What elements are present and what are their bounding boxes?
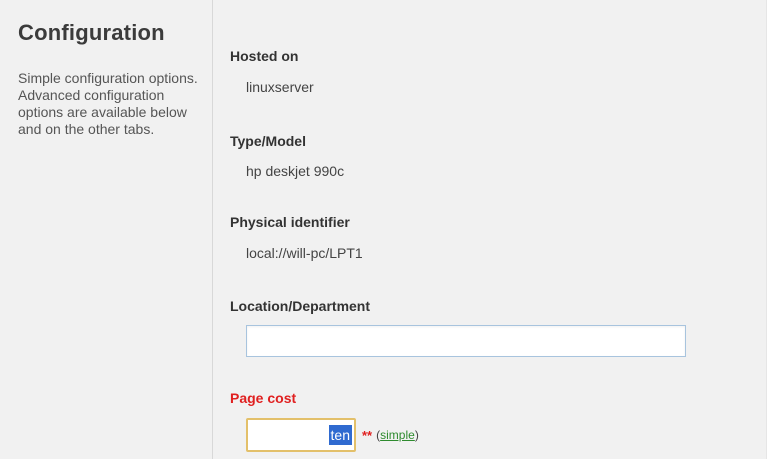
page-cost-label: Page cost bbox=[230, 390, 297, 406]
configuration-form: Hosted on linuxserver Type/Model hp desk… bbox=[213, 0, 766, 459]
sidebar: Configuration Simple configuration optio… bbox=[0, 0, 213, 459]
section-title: Configuration bbox=[18, 20, 165, 45]
hosted-on-label: Hosted on bbox=[230, 48, 299, 64]
page-cost-input[interactable]: ten bbox=[246, 418, 356, 452]
location-department-input[interactable] bbox=[246, 325, 686, 357]
required-marker: ** bbox=[362, 427, 373, 443]
location-department-label: Location/Department bbox=[230, 298, 371, 314]
type-model-label: Type/Model bbox=[230, 133, 306, 149]
physical-identifier-value: local://will-pc/LPT1 bbox=[246, 245, 363, 261]
simple-link-wrapper: (simple) bbox=[376, 428, 419, 442]
hosted-on-value: linuxserver bbox=[246, 79, 314, 95]
paren-close: ) bbox=[414, 428, 419, 442]
configuration-panel: Configuration Simple configuration optio… bbox=[0, 0, 767, 459]
page-cost-selected-text: ten bbox=[328, 425, 352, 445]
section-description: Simple configuration options. Advanced c… bbox=[18, 70, 198, 137]
type-model-value: hp deskjet 990c bbox=[246, 163, 345, 179]
page-cost-row: ten ** (simple) bbox=[246, 417, 419, 453]
simple-mode-link[interactable]: simple bbox=[380, 428, 415, 442]
physical-identifier-label: Physical identifier bbox=[230, 214, 350, 230]
